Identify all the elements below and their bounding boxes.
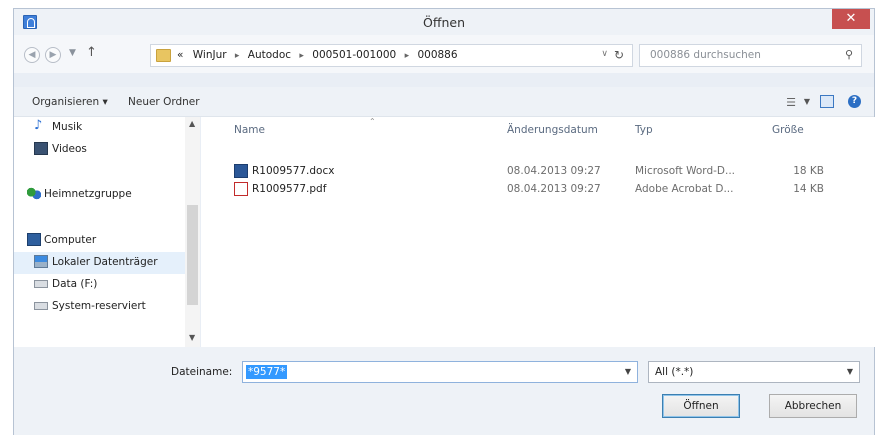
dialog-title: Öffnen [423,15,465,30]
file-date: 08.04.2013 09:27 [507,165,601,177]
drive-icon [34,255,48,268]
search-icon[interactable]: ⚲ [845,48,853,61]
search-input[interactable]: 000886 durchsuchen [650,49,761,61]
file-size: 14 KB [793,183,824,195]
breadcrumb-current[interactable]: 000886 [417,49,457,61]
breadcrumb-separator-icon[interactable]: ▸ [405,51,410,61]
scroll-down-icon[interactable]: ▼ [189,333,195,342]
breadcrumb-overflow[interactable]: « [177,49,183,61]
breadcrumb-range[interactable]: 000501-001000 [312,49,396,61]
homegroup-icon [27,187,41,200]
recent-locations-chevron-icon[interactable]: ▼ [69,48,76,58]
table-row[interactable]: R1009577.docx 08.04.2013 09:27 Microsoft… [201,162,875,180]
breadcrumb: « WinJur ▸ Autodoc ▸ 000501-001000 ▸ 000… [177,49,458,61]
open-button[interactable]: Öffnen [662,394,740,418]
file-type: Adobe Acrobat D... [635,183,734,195]
word-document-icon [234,164,248,178]
drive-icon [34,302,48,310]
file-type-select[interactable]: All (*.*) ▼ [648,361,860,383]
address-dropdown-icon[interactable]: ∨ [601,49,608,59]
breadcrumb-winjur[interactable]: WinJur [193,49,227,61]
column-header-type[interactable]: Typ [635,124,653,136]
nav-item-label: Heimnetzgruppe [44,188,132,200]
chevron-down-icon[interactable]: ▼ [847,367,853,376]
filename-input[interactable]: *9577* [246,365,288,379]
close-button[interactable]: ✕ [832,9,870,29]
organize-button[interactable]: Organisieren ▾ [32,96,108,108]
folder-icon [156,49,171,62]
file-type-value: All (*.*) [655,366,694,378]
nav-item-videos[interactable]: Videos [14,139,185,161]
file-type: Microsoft Word-D... [635,165,735,177]
back-arrow-icon[interactable]: ◀ [24,47,40,63]
view-dropdown-icon[interactable]: ▼ [804,97,810,106]
nav-item-data-f[interactable]: Data (F:) [14,274,185,296]
file-name: R1009577.docx [252,165,335,177]
nav-item-label: Computer [44,234,97,246]
music-icon: ♪ [34,118,43,133]
search-box[interactable]: 000886 durchsuchen ⚲ [639,44,862,67]
column-header-size[interactable]: Größe [772,124,804,136]
up-arrow-icon[interactable]: ↑ [86,45,97,60]
nav-item-lokaler-datentraeger[interactable]: Lokaler Datenträger [14,252,185,274]
drive-icon [34,280,48,288]
computer-icon [27,233,41,246]
new-folder-button[interactable]: Neuer Ordner [128,96,200,108]
nav-item-computer[interactable]: Computer [14,230,185,252]
breadcrumb-autodoc[interactable]: Autodoc [248,49,291,61]
help-icon[interactable]: ? [848,95,861,108]
preview-pane-icon[interactable] [820,95,834,108]
navigation-bar: ◀ ▶ ▼ ↑ « WinJur ▸ Autodoc ▸ 000501-0010… [14,35,874,73]
breadcrumb-separator-icon[interactable]: ▸ [235,51,240,61]
nav-item-system-reserviert[interactable]: System-reserviert [14,296,185,318]
file-date: 08.04.2013 09:27 [507,183,601,195]
command-bar: Organisieren ▾ Neuer Ordner ☰ ▼ ? [14,87,874,117]
breadcrumb-separator-icon[interactable]: ▸ [299,51,304,61]
filename-label: Dateiname: [171,366,233,378]
view-options-icon[interactable]: ☰ [786,96,796,109]
nav-scrollbar[interactable]: ▲ ▼ [185,117,200,347]
navigation-pane: ♪ Musik Videos Heimnetzgruppe Computer L… [14,117,200,347]
dialog-footer: Dateiname: *9577* ▼ All (*.*) ▼ Öffnen A… [14,347,874,435]
file-list: ⌃ Name Änderungsdatum Typ Größe R1009577… [201,117,875,347]
pdf-document-icon [234,182,248,196]
cancel-button[interactable]: Abbrechen [769,394,857,418]
sort-arrow-icon: ⌃ [369,117,376,126]
file-name: R1009577.pdf [252,183,327,195]
table-row[interactable]: R1009577.pdf 08.04.2013 09:27 Adobe Acro… [201,180,875,198]
address-bar[interactable]: « WinJur ▸ Autodoc ▸ 000501-001000 ▸ 000… [150,44,633,67]
filename-history-chevron-icon[interactable]: ▼ [625,367,631,376]
open-dialog: Öffnen ✕ ◀ ▶ ▼ ↑ « WinJur ▸ Autodoc ▸ 00… [13,8,875,435]
scroll-up-icon[interactable]: ▲ [189,119,195,128]
nav-item-label: Musik [52,121,83,133]
scroll-thumb[interactable] [187,205,198,305]
refresh-icon[interactable]: ↻ [614,48,624,62]
filename-field[interactable]: *9577* ▼ [242,361,638,383]
video-icon [34,142,48,155]
nav-item-label: Lokaler Datenträger [52,256,158,268]
nav-item-label: Data (F:) [52,278,98,290]
nav-item-label: System-reserviert [52,300,146,312]
nav-item-heimnetzgruppe[interactable]: Heimnetzgruppe [14,184,185,206]
column-header-date[interactable]: Änderungsdatum [507,124,598,136]
column-header-name[interactable]: Name [234,124,265,136]
nav-item-musik[interactable]: ♪ Musik [14,117,185,139]
file-size: 18 KB [793,165,824,177]
forward-arrow-icon[interactable]: ▶ [45,47,61,63]
title-bar: Öffnen ✕ [14,9,874,35]
nav-item-label: Videos [52,143,87,155]
